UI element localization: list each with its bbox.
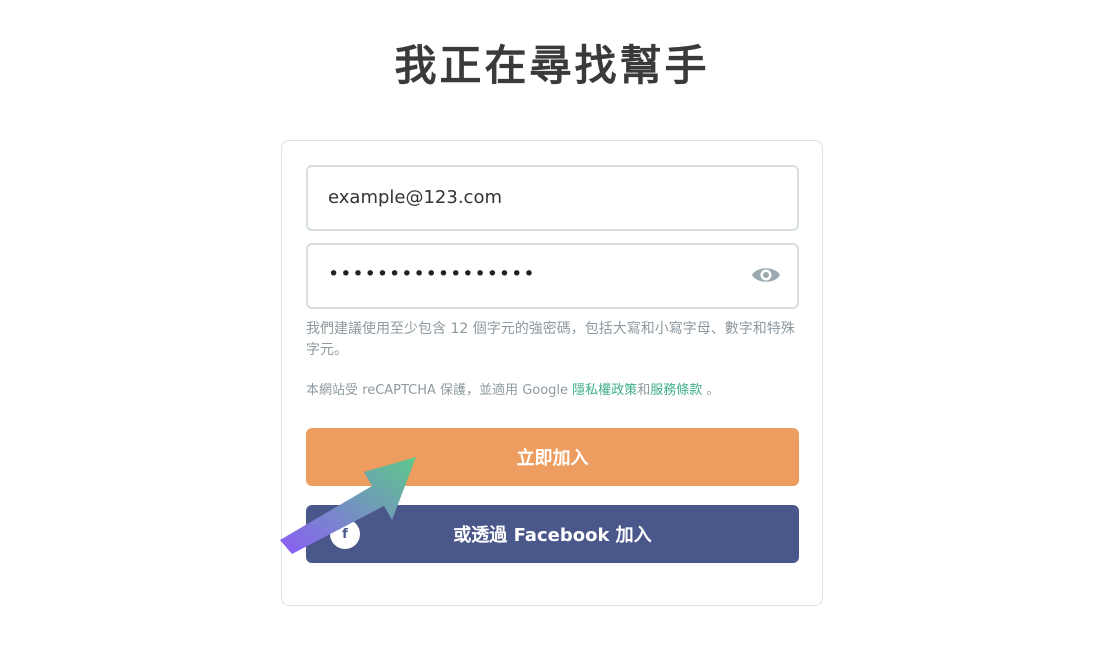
recaptcha-notice: 本網站受 reCAPTCHA 保護，並適用 Google 隱私權政策和服務條款 …: [306, 379, 799, 398]
eye-icon[interactable]: [751, 263, 781, 287]
facebook-join-button[interactable]: f 或透過 Facebook 加入: [306, 505, 799, 563]
join-now-label: 立即加入: [516, 448, 589, 469]
terms-of-service-link[interactable]: 服務條款: [650, 383, 702, 398]
page-title: 我正在尋找幫手: [394, 41, 710, 90]
email-field-container: [306, 165, 799, 231]
password-field[interactable]: •••••••••••••••••: [306, 243, 799, 309]
facebook-join-label: 或透過 Facebook 加入: [453, 525, 652, 546]
facebook-icon: f: [330, 519, 360, 549]
password-hint: 我們建議使用至少包含 12 個字元的強密碼，包括大寫和小寫字母、數字和特殊字元。: [306, 321, 795, 358]
recaptcha-and: 和: [637, 383, 651, 398]
recaptcha-suffix: 。: [702, 383, 720, 398]
privacy-policy-link[interactable]: 隱私權政策: [572, 383, 637, 398]
join-now-button[interactable]: 立即加入: [306, 428, 799, 486]
email-field[interactable]: [328, 167, 738, 228]
password-value: •••••••••••••••••: [328, 263, 536, 285]
recaptcha-prefix: 本網站受 reCAPTCHA 保護，並適用 Google: [306, 383, 573, 398]
